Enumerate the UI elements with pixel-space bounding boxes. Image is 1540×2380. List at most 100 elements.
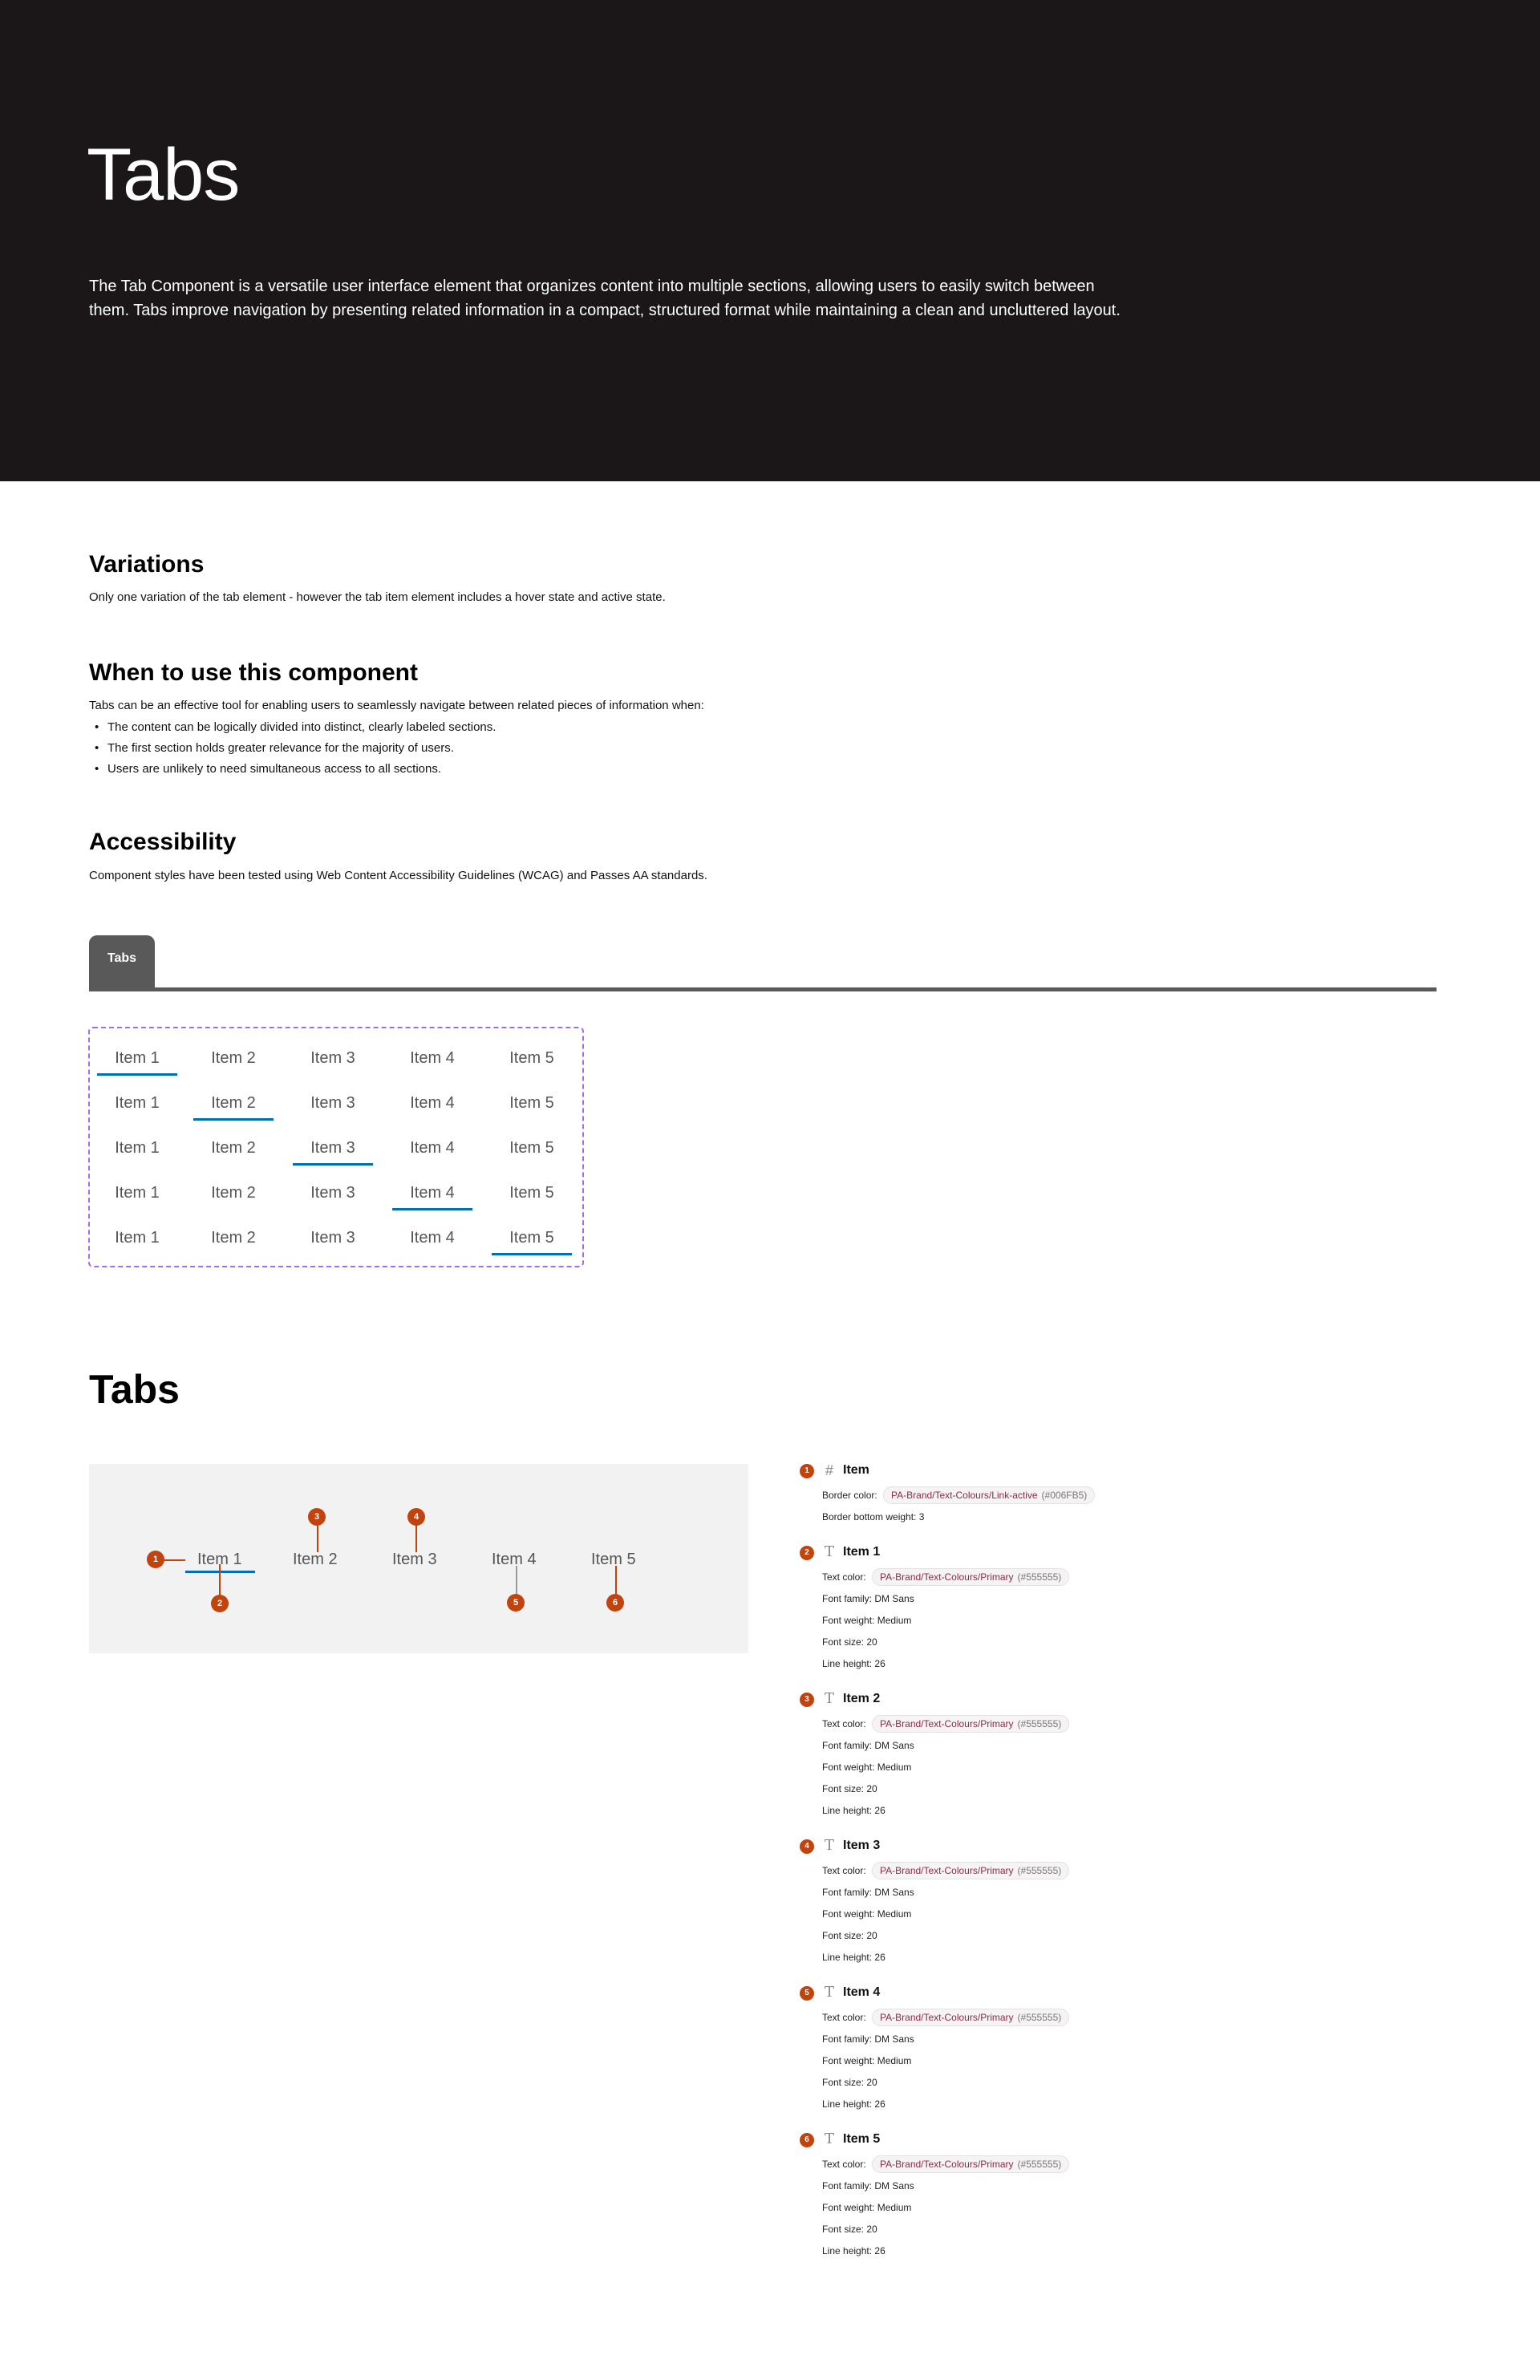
spec-property: Text color: PA-Brand/Text-Colours/Primar… <box>822 1860 1070 1882</box>
spec-property: Font family: DM Sans <box>822 2175 1069 2197</box>
spec-header: 2 T Item 1 <box>800 1544 1069 1563</box>
spec-property-label: Line height: <box>822 2098 875 2110</box>
spec-property: Text color: PA-Brand/Text-Colours/Primar… <box>822 1567 1070 1588</box>
spec-number-badge: 2 <box>800 1546 814 1560</box>
tab-header-rule <box>155 987 1437 991</box>
tab-item[interactable]: Item 4 <box>395 1092 470 1116</box>
tab-item[interactable]: Item 5 <box>494 1047 569 1071</box>
spec-property-value: 20 <box>866 1783 877 1794</box>
tab-item[interactable]: Item 5 <box>494 1092 569 1116</box>
color-token-hex: (#555555) <box>1017 1718 1062 1729</box>
tab-item[interactable]: Item 4 <box>395 1047 470 1071</box>
color-token-pill: PA-Brand/Text-Colours/Primary (#555555) <box>872 1715 1070 1733</box>
tab-item[interactable]: Item 3 <box>295 1182 371 1206</box>
color-token-name: PA-Brand/Text-Colours/Primary <box>880 2159 1014 2170</box>
color-token-name: PA-Brand/Text-Colours/Primary <box>880 1718 1014 1729</box>
anatomy-tab-item-3[interactable]: Item 3 <box>392 1549 437 1570</box>
color-token-hex: (#555555) <box>1017 1571 1062 1583</box>
spec-property-label: Line height: <box>822 2245 875 2256</box>
spec-property-label: Line height: <box>822 1658 875 1669</box>
spec-property-value: DM Sans <box>874 1887 914 1898</box>
tab-item[interactable]: Item 2 <box>196 1182 271 1206</box>
spec-property-value: 20 <box>866 1636 877 1648</box>
anatomy-tab-item-2[interactable]: Item 2 <box>293 1549 338 1570</box>
annotation-marker-1: 1 <box>147 1551 164 1568</box>
spec-property-value: 26 <box>874 1805 886 1816</box>
spec-property-value: Medium <box>877 1762 912 1773</box>
tab-item[interactable]: Item 4 <box>395 1226 470 1251</box>
frame-icon: # <box>825 1462 833 1478</box>
spec-property-value: Medium <box>877 2202 912 2213</box>
spec-property-value: Medium <box>877 1908 912 1920</box>
variations-text: Only one variation of the tab element - … <box>89 590 666 604</box>
tab-item-active[interactable]: Item 2 <box>193 1092 274 1121</box>
spec-property: Font family: DM Sans <box>822 1588 1069 1610</box>
spec-property: Border bottom weight: 3 <box>822 1506 1095 1528</box>
tab-item[interactable]: Item 3 <box>295 1092 371 1116</box>
spec-property: Text color: PA-Brand/Text-Colours/Primar… <box>822 1713 1070 1735</box>
tab-item[interactable]: Item 2 <box>196 1226 271 1251</box>
spec-property-value: 20 <box>866 2077 877 2088</box>
when-to-use-intro: Tabs can be an effective tool for enabli… <box>89 699 704 712</box>
tab-item-active[interactable]: Item 1 <box>97 1047 177 1076</box>
tab-item-active[interactable]: Item 4 <box>392 1182 472 1210</box>
spec-property-value: 20 <box>866 2224 877 2235</box>
color-token-name: PA-Brand/Text-Colours/Primary <box>880 2012 1014 2023</box>
color-token-name: PA-Brand/Text-Colours/Primary <box>880 1865 1014 1876</box>
section-tab-tabs[interactable]: Tabs <box>89 935 155 991</box>
leader-line-1 <box>162 1559 185 1561</box>
list-item: The content can be logically divided int… <box>95 717 496 738</box>
spec-property-label: Font size: <box>822 1783 867 1794</box>
tab-item[interactable]: Item 4 <box>395 1137 470 1161</box>
tab-item[interactable]: Item 1 <box>99 1182 175 1206</box>
color-token-pill: PA-Brand/Text-Colours/Link-active (#006FB… <box>883 1486 1096 1504</box>
spec-property-value: 26 <box>874 1658 886 1669</box>
spec-property: Text color: PA-Brand/Text-Colours/Primar… <box>822 2007 1070 2029</box>
leader-line-5 <box>516 1566 517 1595</box>
spec-property-value: DM Sans <box>874 2180 914 2191</box>
spec-property-value: DM Sans <box>874 2033 914 2045</box>
spec-title: Item 1 <box>843 1545 881 1559</box>
tab-item[interactable]: Item 2 <box>196 1137 271 1161</box>
leader-line-3 <box>317 1524 318 1552</box>
spec-property-value: DM Sans <box>874 1740 914 1751</box>
color-token-name: PA-Brand/Text-Colours/Link-active <box>891 1490 1038 1501</box>
page-title: Tabs <box>87 134 240 216</box>
tab-item[interactable]: Item 1 <box>99 1137 175 1161</box>
spec-property-value: 26 <box>874 2245 886 2256</box>
spec-title: Item 4 <box>843 1985 881 1999</box>
tab-item[interactable]: Item 5 <box>494 1137 569 1161</box>
spec-property-label: Font size: <box>822 1930 867 1941</box>
spec-property-label: Text color: <box>822 2159 869 2170</box>
anatomy-tab-item-4[interactable]: Item 4 <box>492 1549 537 1570</box>
spec-property: Font weight: Medium <box>822 2197 1069 2219</box>
spec-property-value: Medium <box>877 2055 912 2066</box>
tab-item[interactable]: Item 3 <box>295 1226 371 1251</box>
spec-property-value: 26 <box>874 2098 886 2110</box>
spec-property-label: Text color: <box>822 1865 869 1876</box>
tab-bar-variation-3: Item 1 Item 2 Item 3 Item 4 Item 5 <box>90 1137 582 1166</box>
spec-property-label: Font weight: <box>822 1762 877 1773</box>
tab-item-active[interactable]: Item 5 <box>492 1226 572 1255</box>
annotation-marker-6: 6 <box>606 1594 624 1612</box>
tab-item-active[interactable]: Item 3 <box>293 1137 373 1166</box>
spec-block-2: 2 T Item 1 Text color: PA-Brand/Text-Colour… <box>800 1544 1070 1675</box>
spec-property-label: Text color: <box>822 1571 869 1583</box>
spec-property: Line height: 26 <box>822 2094 1069 2115</box>
spec-property: Font family: DM Sans <box>822 2029 1069 2050</box>
spec-property: Line height: 26 <box>822 1947 1069 1968</box>
spec-property-label: Text color: <box>822 1718 869 1729</box>
tab-item[interactable]: Item 1 <box>99 1092 175 1116</box>
spec-property-label: Line height: <box>822 1952 875 1963</box>
spec-property-value: Medium <box>877 1615 912 1626</box>
anatomy-tab-item-5[interactable]: Item 5 <box>591 1549 636 1570</box>
spec-property-label: Font family: <box>822 1740 875 1751</box>
spec-property: Font weight: Medium <box>822 1610 1069 1632</box>
tab-item[interactable]: Item 2 <box>196 1047 271 1071</box>
spec-property: Text color: PA-Brand/Text-Colours/Primar… <box>822 2154 1070 2175</box>
tab-item[interactable]: Item 5 <box>494 1182 569 1206</box>
annotation-marker-2: 2 <box>211 1595 229 1612</box>
tab-item[interactable]: Item 1 <box>99 1226 175 1251</box>
tab-item[interactable]: Item 3 <box>295 1047 371 1071</box>
spec-property: Line height: 26 <box>822 1800 1069 1822</box>
